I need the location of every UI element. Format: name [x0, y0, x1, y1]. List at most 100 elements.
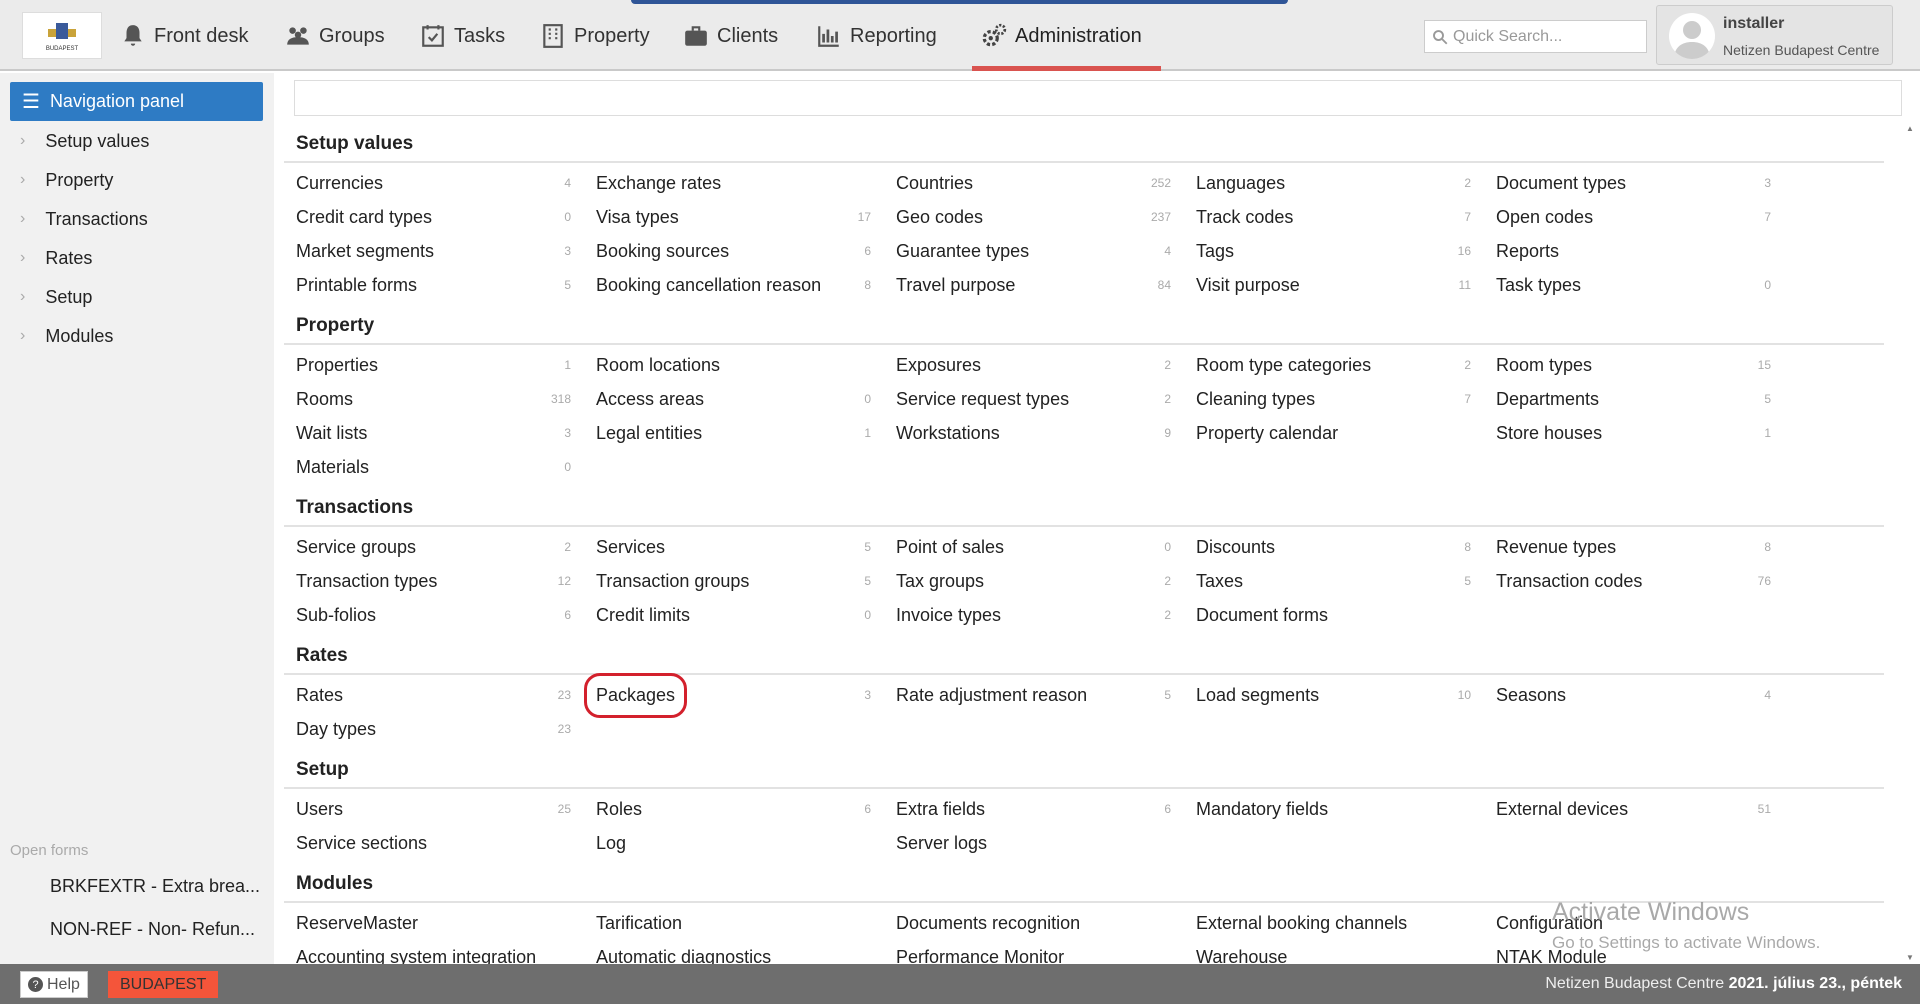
admin-link-point-of-sales[interactable]: Point of sales 0: [896, 530, 1196, 564]
admin-link-transaction-types[interactable]: Transaction types 12: [296, 564, 596, 598]
admin-link-booking-sources[interactable]: Booking sources 6: [596, 234, 896, 268]
quick-search-input[interactable]: Quick Search...: [1424, 20, 1647, 53]
admin-link-open-codes[interactable]: Open codes 7: [1496, 200, 1796, 234]
admin-link-properties[interactable]: Properties 1: [296, 348, 596, 382]
scrollbar[interactable]: ▲ ▼: [1904, 122, 1916, 964]
tab-property[interactable]: Property: [540, 18, 650, 54]
admin-link-exchange-rates[interactable]: Exchange rates: [596, 166, 896, 200]
admin-link-wait-lists[interactable]: Wait lists 3: [296, 416, 596, 450]
user-menu[interactable]: installer Netizen Budapest Centre: [1656, 5, 1893, 65]
admin-link-task-types[interactable]: Task types 0: [1496, 268, 1796, 302]
admin-link-service-sections[interactable]: Service sections: [296, 826, 596, 860]
tab-front-desk[interactable]: Front desk: [120, 18, 248, 54]
admin-link-extra-fields[interactable]: Extra fields 6: [896, 792, 1196, 826]
admin-link-document-types[interactable]: Document types 3: [1496, 166, 1796, 200]
admin-link-reports[interactable]: Reports: [1496, 234, 1796, 268]
admin-link-users[interactable]: Users 25: [296, 792, 596, 826]
admin-link-external-devices[interactable]: External devices 51: [1496, 792, 1796, 826]
tab-tasks[interactable]: Tasks: [420, 18, 505, 54]
admin-link-rates[interactable]: Rates 23: [296, 678, 596, 712]
admin-link-credit-card-types[interactable]: Credit card types 0: [296, 200, 596, 234]
admin-link-printable-forms[interactable]: Printable forms 5: [296, 268, 596, 302]
admin-link-exposures[interactable]: Exposures 2: [896, 348, 1196, 382]
admin-link-tags[interactable]: Tags 16: [1196, 234, 1496, 268]
admin-link-seasons[interactable]: Seasons 4: [1496, 678, 1796, 712]
admin-link-visa-types[interactable]: Visa types 17: [596, 200, 896, 234]
admin-link-departments[interactable]: Departments 5: [1496, 382, 1796, 416]
admin-link-documents-recognition[interactable]: Documents recognition: [896, 906, 1196, 940]
sidebar-item-setup[interactable]: › Setup: [20, 280, 92, 314]
budapest-logo[interactable]: BUDAPEST: [22, 12, 102, 59]
sidebar-item-property[interactable]: › Property: [20, 163, 113, 197]
admin-link-property-calendar[interactable]: Property calendar: [1196, 416, 1496, 450]
admin-link-store-houses[interactable]: Store houses 1: [1496, 416, 1796, 450]
item-count: 2: [1164, 608, 1171, 622]
admin-link-booking-cancellation-reason[interactable]: Booking cancellation reason 8: [596, 268, 896, 302]
admin-link-rooms[interactable]: Rooms 318: [296, 382, 596, 416]
admin-link-automatic-diagnostics[interactable]: Automatic diagnostics: [596, 940, 896, 965]
admin-link-visit-purpose[interactable]: Visit purpose 11: [1196, 268, 1496, 302]
admin-link-reservemaster[interactable]: ReserveMaster: [296, 906, 596, 940]
admin-link-taxes[interactable]: Taxes 5: [1196, 564, 1496, 598]
admin-link-invoice-types[interactable]: Invoice types 2: [896, 598, 1196, 632]
admin-link-workstations[interactable]: Workstations 9: [896, 416, 1196, 450]
admin-link-day-types[interactable]: Day types 23: [296, 712, 596, 746]
admin-link-sub-folios[interactable]: Sub-folios 6: [296, 598, 596, 632]
admin-link-discounts[interactable]: Discounts 8: [1196, 530, 1496, 564]
admin-link-transaction-groups[interactable]: Transaction groups 5: [596, 564, 896, 598]
help-button[interactable]: ? Help: [20, 971, 88, 998]
navigation-panel-button[interactable]: ☰ Navigation panel: [10, 82, 263, 121]
admin-link-server-logs[interactable]: Server logs: [896, 826, 1196, 860]
sidebar-item-modules[interactable]: › Modules: [20, 319, 113, 353]
admin-link-transaction-codes[interactable]: Transaction codes 76: [1496, 564, 1796, 598]
admin-link-ntak-module[interactable]: NTAK Module: [1496, 940, 1796, 965]
admin-link-rate-adjustment-reason[interactable]: Rate adjustment reason 5: [896, 678, 1196, 712]
admin-link-market-segments[interactable]: Market segments 3: [296, 234, 596, 268]
tab-groups[interactable]: Groups: [285, 18, 385, 54]
admin-link-service-request-types[interactable]: Service request types 2: [896, 382, 1196, 416]
admin-link-services[interactable]: Services 5: [596, 530, 896, 564]
tab-administration[interactable]: Administration: [981, 18, 1142, 54]
admin-link-cleaning-types[interactable]: Cleaning types 7: [1196, 382, 1496, 416]
admin-link-load-segments[interactable]: Load segments 10: [1196, 678, 1496, 712]
admin-link-currencies[interactable]: Currencies 4: [296, 166, 596, 200]
site-badge[interactable]: BUDAPEST: [108, 971, 219, 998]
filter-input[interactable]: [294, 80, 1902, 116]
tab-reporting[interactable]: Reporting: [816, 18, 937, 54]
admin-link-service-groups[interactable]: Service groups 2: [296, 530, 596, 564]
sidebar-item-setup-values[interactable]: › Setup values: [20, 124, 149, 158]
admin-link-packages[interactable]: Packages 3: [583, 672, 896, 718]
admin-link-mandatory-fields[interactable]: Mandatory fields: [1196, 792, 1496, 826]
admin-link-tax-groups[interactable]: Tax groups 2: [896, 564, 1196, 598]
admin-link-accounting-system-integration[interactable]: Accounting system integration: [296, 940, 596, 965]
sidebar-item-rates[interactable]: › Rates: [20, 241, 92, 275]
admin-link-travel-purpose[interactable]: Travel purpose 84: [896, 268, 1196, 302]
open-form-item[interactable]: NON-REF - Non- Refun...: [50, 919, 255, 940]
admin-link-room-locations[interactable]: Room locations: [596, 348, 896, 382]
admin-link-access-areas[interactable]: Access areas 0: [596, 382, 896, 416]
admin-link-roles[interactable]: Roles 6: [596, 792, 896, 826]
admin-link-warehouse[interactable]: Warehouse: [1196, 940, 1496, 965]
admin-link-document-forms[interactable]: Document forms: [1196, 598, 1496, 632]
admin-link-tarification[interactable]: Tarification: [596, 906, 896, 940]
item-count: 5: [864, 574, 871, 588]
link-label: Revenue types: [1496, 536, 1617, 557]
admin-link-external-booking-channels[interactable]: External booking channels: [1196, 906, 1496, 940]
admin-link-countries[interactable]: Countries 252: [896, 166, 1196, 200]
admin-link-performance-monitor[interactable]: Performance Monitor: [896, 940, 1196, 965]
admin-link-languages[interactable]: Languages 2: [1196, 166, 1496, 200]
admin-link-configuration[interactable]: Configuration: [1496, 906, 1796, 940]
admin-link-geo-codes[interactable]: Geo codes 237: [896, 200, 1196, 234]
sidebar-item-transactions[interactable]: › Transactions: [20, 202, 148, 236]
admin-link-log[interactable]: Log: [596, 826, 896, 860]
open-form-item[interactable]: BRKFEXTR - Extra brea...: [50, 876, 260, 897]
admin-link-credit-limits[interactable]: Credit limits 0: [596, 598, 896, 632]
admin-link-track-codes[interactable]: Track codes 7: [1196, 200, 1496, 234]
admin-link-legal-entities[interactable]: Legal entities 1: [596, 416, 896, 450]
admin-link-room-types[interactable]: Room types 15: [1496, 348, 1796, 382]
admin-link-room-type-categories[interactable]: Room type categories 2: [1196, 348, 1496, 382]
admin-link-guarantee-types[interactable]: Guarantee types 4: [896, 234, 1196, 268]
admin-link-revenue-types[interactable]: Revenue types 8: [1496, 530, 1796, 564]
tab-clients[interactable]: Clients: [683, 18, 778, 54]
admin-link-materials[interactable]: Materials 0: [296, 450, 596, 484]
